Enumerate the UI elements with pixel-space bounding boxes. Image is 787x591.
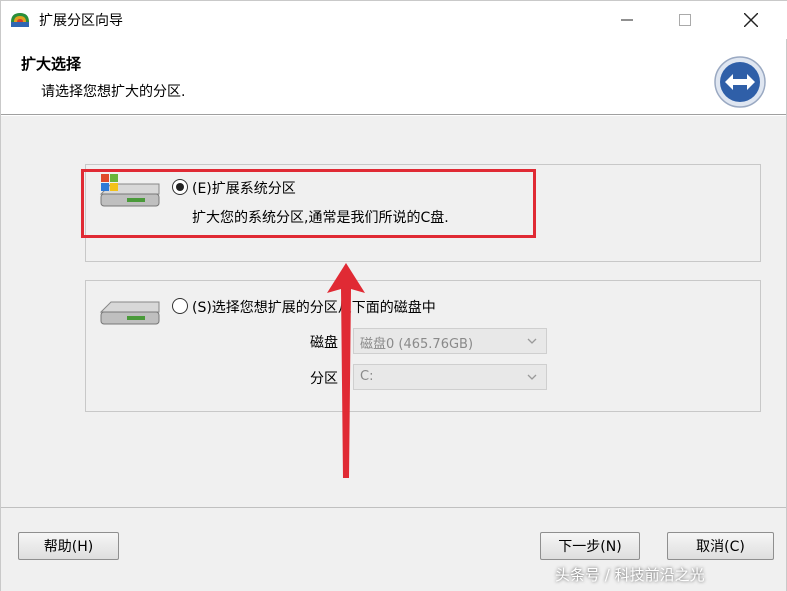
next-button[interactable]: 下一步(N) (540, 532, 640, 560)
header-title: 扩大选择 (21, 55, 82, 73)
partition-select[interactable]: C: (353, 364, 547, 390)
wizard-window: 扩展分区向导 扩大选择 请选择您想扩大的分区. (E)扩展系统分区 扩大您的系统… (0, 0, 787, 591)
help-button[interactable]: 帮助(H) (18, 532, 119, 560)
app-logo-icon (11, 13, 29, 27)
chevron-down-icon (527, 338, 537, 344)
option-custom-label[interactable]: (S)选择您想扩展的分区从下面的磁盘中 (192, 297, 436, 317)
disk-select-value: 磁盘0 (465.76GB) (360, 337, 474, 352)
title-bar: 扩展分区向导 (1, 1, 787, 39)
disk-icon (99, 301, 160, 325)
watermark-text: 头条号 / 科技前沿之光 (555, 566, 705, 584)
minimize-icon (621, 19, 633, 21)
close-icon (744, 13, 758, 27)
extend-arrows-icon (714, 56, 766, 108)
close-button[interactable] (723, 1, 779, 39)
minimize-button[interactable] (599, 1, 655, 39)
annotation-arrow-icon (327, 263, 365, 478)
cancel-button[interactable]: 取消(C) (667, 532, 774, 560)
annotation-highlight-box (81, 169, 536, 238)
maximize-icon (679, 14, 691, 26)
maximize-button[interactable] (657, 1, 713, 39)
disk-select[interactable]: 磁盘0 (465.76GB) (353, 328, 547, 354)
window-title: 扩展分区向导 (39, 13, 123, 29)
header-subtitle: 请选择您想扩大的分区. (41, 84, 186, 100)
wizard-header: 扩大选择 请选择您想扩大的分区. (1, 39, 786, 115)
chevron-down-icon (527, 374, 537, 380)
radio-select-partition[interactable] (172, 298, 188, 314)
